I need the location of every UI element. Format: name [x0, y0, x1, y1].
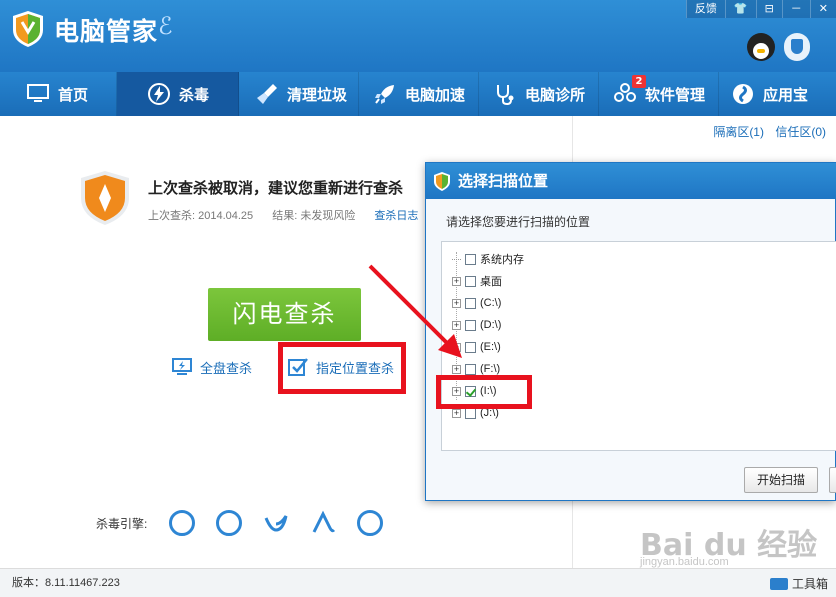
- broom-icon: [255, 82, 279, 106]
- shield-logo-icon: [434, 172, 450, 191]
- checkbox[interactable]: [465, 407, 476, 419]
- avira-engine-icon[interactable]: [310, 510, 336, 536]
- checkbox[interactable]: [465, 297, 476, 309]
- windows-engine-icon[interactable]: [357, 510, 384, 536]
- feedback-button[interactable]: 反馈: [685, 0, 725, 18]
- scan-log-link[interactable]: 查杀日志: [374, 210, 418, 222]
- update-count-badge: 2: [632, 75, 646, 88]
- highlight-box-custom-scan: [278, 342, 406, 394]
- tab-label: 首页: [58, 85, 89, 104]
- checkbox[interactable]: [465, 253, 476, 265]
- main-nav: 首页 杀毒 清理垃圾 电脑加速 电脑诊所 2 软件管理 应用宝: [0, 72, 836, 116]
- app-title-swash: ℰ: [158, 13, 173, 40]
- stethoscope-icon: [493, 82, 517, 106]
- trust-zone-link[interactable]: 信任区(0): [775, 125, 826, 139]
- tree-item[interactable]: + 桌面: [452, 272, 502, 290]
- tab-home[interactable]: 首页: [0, 72, 117, 116]
- status-shield-icon: [81, 171, 129, 225]
- checkbox[interactable]: [465, 319, 476, 331]
- last-scan-date: 上次查杀: 2014.04.25: [148, 210, 254, 222]
- engine-label: 杀毒引擎:: [96, 516, 148, 531]
- skin-icon[interactable]: 👕: [724, 0, 756, 18]
- cancel-button[interactable]: [829, 467, 836, 493]
- status-bar: [0, 568, 836, 597]
- dialog-title: 选择扫描位置: [426, 163, 836, 199]
- expand-icon[interactable]: +: [452, 298, 461, 308]
- tab-label: 软件管理: [645, 85, 706, 104]
- expand-icon[interactable]: +: [452, 364, 461, 374]
- toolbox-label: 工具箱: [791, 577, 828, 591]
- scan-result: 结果: 未发现风险: [272, 210, 356, 222]
- toolbox-icon: [769, 577, 788, 590]
- tree-item[interactable]: + (C:\): [452, 294, 501, 312]
- monitor-icon: [26, 82, 50, 106]
- tree-item[interactable]: 系统内存: [452, 250, 524, 268]
- tab-label: 电脑诊所: [525, 85, 586, 104]
- close-button[interactable]: ✕: [809, 0, 836, 18]
- scan-location-dialog: 选择扫描位置 请选择您要进行扫描的位置 系统内存 + 桌面 + (C:\) + (D:…: [425, 162, 836, 501]
- expand-icon[interactable]: +: [452, 320, 461, 330]
- tab-antivirus[interactable]: 杀毒: [117, 72, 239, 116]
- baidu-watermark-url: jingyan.baidu.com: [640, 556, 729, 568]
- quarantine-link[interactable]: 隔离区(1): [713, 125, 764, 139]
- cloud-engine-icon[interactable]: [169, 510, 196, 536]
- menu-icon[interactable]: ⊟: [755, 0, 782, 18]
- tab-clean-junk[interactable]: 清理垃圾: [239, 72, 359, 116]
- tab-label: 杀毒: [179, 85, 210, 104]
- app-store-icon: [731, 82, 755, 106]
- lightning-icon: [147, 82, 171, 106]
- scan-status-headline: 上次查杀被取消，建议您重新进行查杀: [148, 179, 404, 197]
- checkbox[interactable]: [465, 341, 476, 353]
- expand-icon[interactable]: +: [452, 408, 461, 418]
- tab-speed-up[interactable]: 电脑加速: [359, 72, 479, 116]
- tab-pc-clinic[interactable]: 电脑诊所: [479, 72, 599, 116]
- tree-item[interactable]: + (D:\): [452, 316, 501, 334]
- app-title: 电脑管家: [54, 17, 159, 46]
- expand-icon[interactable]: +: [452, 276, 461, 286]
- flash-scan-button[interactable]: 闪电查杀: [208, 288, 361, 341]
- checkbox[interactable]: [465, 275, 476, 287]
- side-links: 隔离区(1) 信任区(0): [705, 123, 826, 140]
- minimize-button[interactable]: －: [781, 0, 810, 18]
- highlight-box-drive: [436, 375, 532, 409]
- tab-software-manager[interactable]: 2 软件管理: [599, 72, 719, 116]
- tab-app-store[interactable]: 应用宝: [719, 72, 836, 116]
- qq-avatar[interactable]: [747, 33, 775, 61]
- start-scan-button[interactable]: 开始扫描: [744, 467, 818, 493]
- tab-label: 应用宝: [763, 85, 809, 104]
- account-shield-icon[interactable]: [784, 33, 810, 61]
- rocket-icon: [373, 82, 397, 106]
- checkbox[interactable]: [465, 363, 476, 375]
- dialog-subtitle: 请选择您要进行扫描的位置: [446, 215, 591, 229]
- title-bar: 电脑管家 ℰ 反馈 👕 ⊟ － ✕: [0, 0, 836, 72]
- bird-engine-icon[interactable]: [263, 510, 289, 536]
- full-scan-option[interactable]: 全盘查杀: [172, 357, 252, 377]
- tab-label: 清理垃圾: [287, 85, 348, 104]
- full-scan-icon: [172, 358, 192, 375]
- tree-item[interactable]: + (E:\): [452, 338, 501, 356]
- tab-label: 电脑加速: [405, 85, 466, 104]
- scan-meta: 上次查杀: 2014.04.25 结果: 未发现风险 查杀日志: [148, 207, 434, 223]
- toolbox-button[interactable]: 工具箱: [769, 575, 828, 592]
- shield-logo-icon: [13, 11, 43, 47]
- location-tree: 系统内存 + 桌面 + (C:\) + (D:\) + (E:\) + (F:\) + (I…: [441, 241, 836, 451]
- qq-engine-icon[interactable]: [216, 510, 243, 536]
- window-controls: 反馈 👕 ⊟ － ✕: [685, 0, 836, 18]
- expand-icon[interactable]: +: [452, 342, 461, 352]
- version-text: 版本：8.11.11467.223: [12, 577, 120, 589]
- engine-list: 杀毒引擎:: [96, 510, 384, 536]
- full-scan-label: 全盘查杀: [200, 360, 253, 376]
